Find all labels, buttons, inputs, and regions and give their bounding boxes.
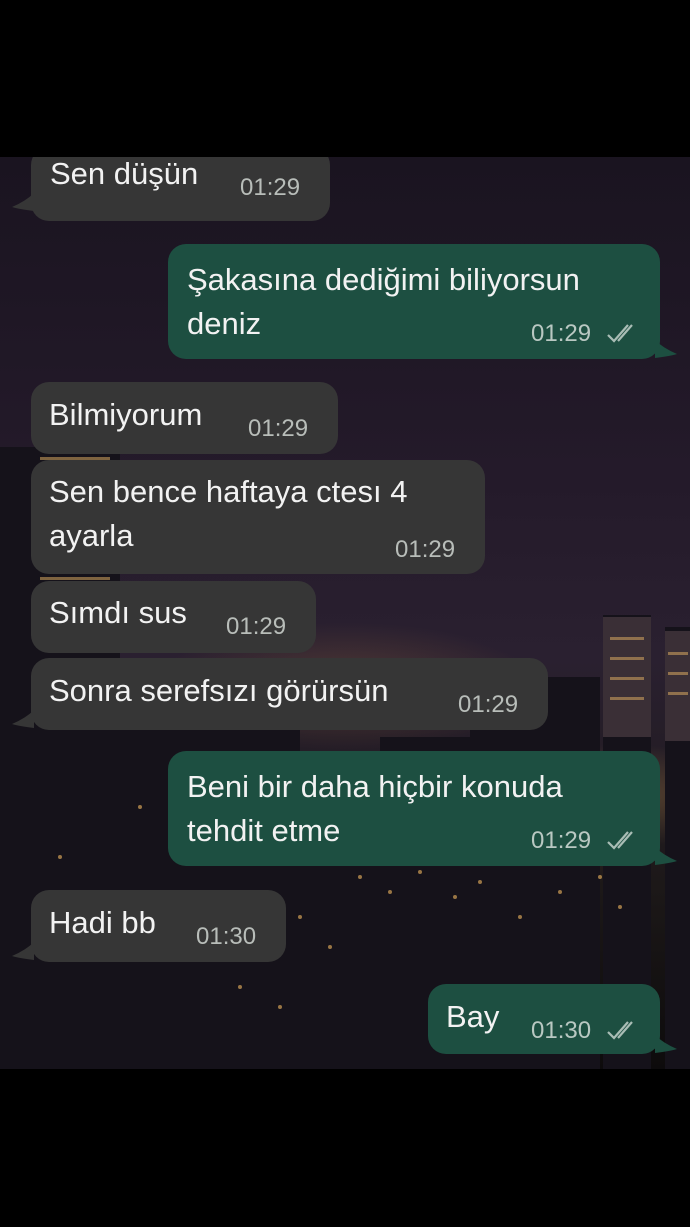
bubble-tail [12,710,34,728]
message-time: 01:29 [531,827,592,854]
message-text: Hadi bb [49,905,156,940]
message-time: 01:29 [226,613,287,640]
message-time: 01:30 [196,923,257,950]
message-bubble-incoming[interactable]: Sen düşün 01:29 [31,157,330,221]
message-time: 01:30 [531,1017,592,1044]
message-text: Sımdı sus [49,595,187,630]
message-text: Sonra serefsızı görürsün [49,673,389,708]
message-bubble-incoming[interactable]: Sımdı sus 01:29 [31,581,316,653]
message-text: Sen düşün [50,157,199,191]
bubble-tail [12,193,34,211]
message-time: 01:29 [531,320,592,347]
chat-area[interactable]: Sen düşün 01:29 Şakasına dediğimi biliyo… [0,157,690,1069]
message-time: 01:29 [240,174,301,201]
message-bubble-outgoing[interactable]: Şakasına dediğimi biliyorsun deniz 01:29 [168,244,660,359]
message-text: Şakasına dediğimi biliyorsun deniz [187,262,580,341]
screen: Sen düşün 01:29 Şakasına dediğimi biliyo… [0,0,690,1227]
message-bubble-incoming[interactable]: Sen bence haftaya ctesı 4 ayarla 01:29 [31,460,485,574]
message-text: Beni bir daha hiçbir konuda tehdit etme [187,769,563,848]
bubble-tail [12,942,34,960]
message-text: Bay [446,999,500,1034]
message-time: 01:29 [248,415,309,442]
message-time: 01:29 [395,536,456,563]
message-bubble-incoming[interactable]: Hadi bb 01:30 [31,890,286,962]
bubble-tail [655,1035,677,1053]
double-check-icon [607,831,633,850]
message-bubble-outgoing[interactable]: Beni bir daha hiçbir konuda tehdit etme … [168,751,660,866]
message-time: 01:29 [458,691,519,718]
message-bubble-outgoing[interactable]: Bay 01:30 [428,984,660,1054]
message-bubble-incoming[interactable]: Sonra serefsızı görürsün 01:29 [31,658,548,730]
double-check-icon [607,1021,633,1040]
bubble-tail [655,340,677,358]
message-text: Sen bence haftaya ctesı 4 ayarla [49,474,408,553]
double-check-icon [607,324,633,343]
message-bubble-incoming[interactable]: Bilmiyorum 01:29 [31,382,338,454]
message-text: Bilmiyorum [49,397,203,432]
bubble-tail [655,847,677,865]
